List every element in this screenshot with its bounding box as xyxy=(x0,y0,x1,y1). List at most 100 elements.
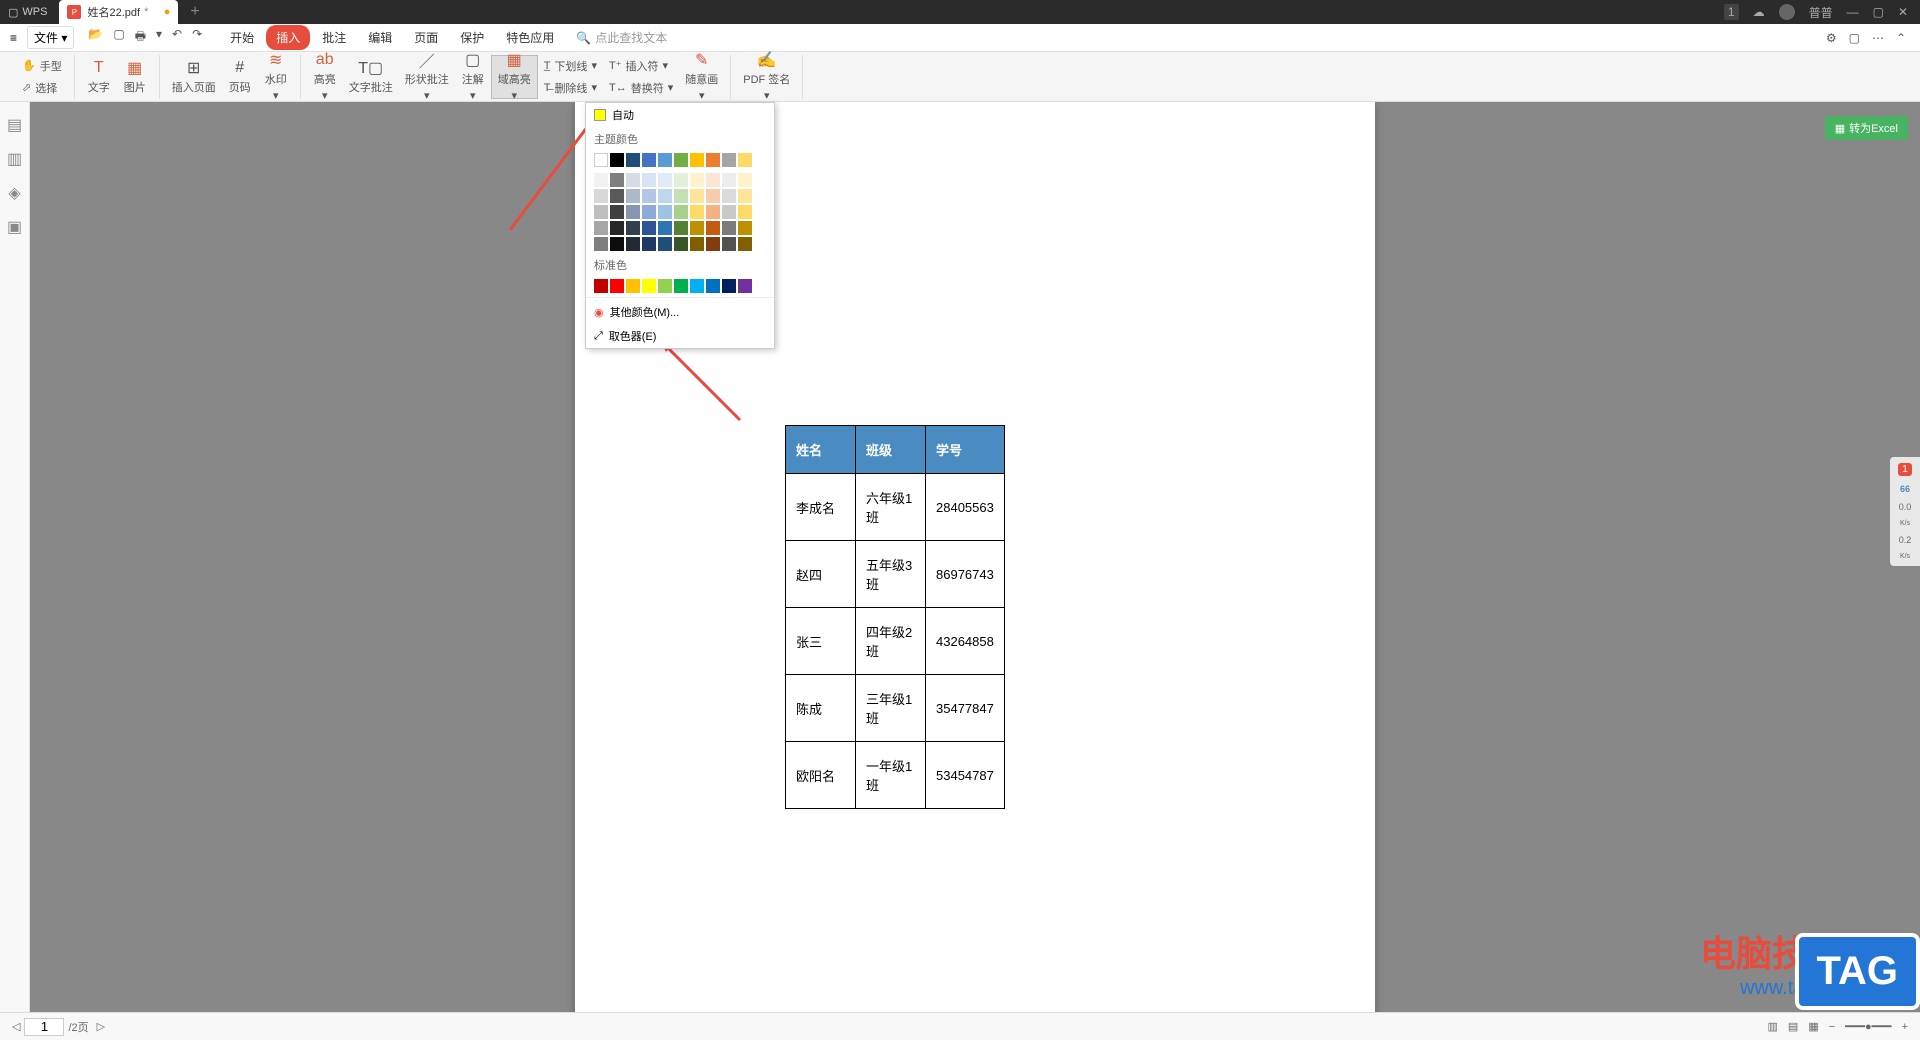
bookmarks-icon[interactable]: ▥ xyxy=(6,150,24,168)
color-swatch[interactable] xyxy=(626,237,640,251)
insert-page-tool[interactable]: ⊞插入页面 xyxy=(166,55,222,99)
page-number-tool[interactable]: #页码 xyxy=(222,55,258,99)
next-page-icon[interactable]: ▷ xyxy=(97,1020,105,1033)
color-swatch[interactable] xyxy=(706,237,720,251)
alert-badge[interactable]: 1 xyxy=(1898,463,1912,476)
more-colors-button[interactable]: ◉ 其他颜色(M)... xyxy=(586,300,774,324)
zoom-in-icon[interactable]: + xyxy=(1902,1021,1908,1033)
tab-edit[interactable]: 编辑 xyxy=(358,25,402,50)
color-swatch[interactable] xyxy=(738,205,752,219)
color-swatch[interactable] xyxy=(738,279,752,293)
color-swatch[interactable] xyxy=(642,189,656,203)
color-swatch[interactable] xyxy=(674,205,688,219)
color-swatch[interactable] xyxy=(658,153,672,167)
color-swatch[interactable] xyxy=(738,221,752,235)
strikethrough-tool[interactable]: T̶删除线 ▾ xyxy=(538,77,603,99)
hamburger-icon[interactable]: ≡ xyxy=(4,26,23,50)
color-swatch[interactable] xyxy=(738,189,752,203)
color-swatch[interactable] xyxy=(738,153,752,167)
text-annotation-tool[interactable]: T▢文字批注 xyxy=(343,55,399,99)
color-swatch[interactable] xyxy=(722,153,736,167)
print-icon[interactable]: 🖶 xyxy=(135,27,146,48)
zoom-out-icon[interactable]: − xyxy=(1829,1021,1835,1033)
tab-insert[interactable]: 插入 xyxy=(266,25,310,50)
insert-char-tool[interactable]: T⁺插入符 ▾ xyxy=(603,55,679,77)
color-swatch[interactable] xyxy=(658,221,672,235)
color-swatch[interactable] xyxy=(642,237,656,251)
color-swatch[interactable] xyxy=(658,189,672,203)
color-swatch[interactable] xyxy=(594,205,608,219)
color-swatch[interactable] xyxy=(674,173,688,187)
notification-badge[interactable]: 1 xyxy=(1724,4,1739,20)
color-swatch[interactable] xyxy=(642,279,656,293)
color-swatch[interactable] xyxy=(610,173,624,187)
tab-page[interactable]: 页面 xyxy=(404,25,448,50)
area-highlight-tool[interactable]: ▦域高亮 ▾ xyxy=(491,55,538,99)
color-swatch[interactable] xyxy=(690,153,704,167)
view-mode-3-icon[interactable]: ▦ xyxy=(1808,1020,1818,1033)
add-tab-button[interactable]: + xyxy=(178,3,211,21)
color-swatch[interactable] xyxy=(594,237,608,251)
pdf-sign-tool[interactable]: ✍PDF 签名 ▾ xyxy=(737,55,796,99)
shape-annotation-tool[interactable]: ／形状批注 ▾ xyxy=(399,55,455,99)
underline-tool[interactable]: T̲下划线 ▾ xyxy=(538,55,603,77)
color-swatch[interactable] xyxy=(658,205,672,219)
tab-special[interactable]: 特色应用 xyxy=(496,25,564,50)
minimize-button[interactable]: — xyxy=(1847,5,1859,19)
image-tool[interactable]: ▦图片 xyxy=(117,55,153,99)
color-swatch[interactable] xyxy=(642,153,656,167)
color-swatch[interactable] xyxy=(626,205,640,219)
text-tool[interactable]: T文字 xyxy=(81,55,117,99)
redo-icon[interactable]: ↷ xyxy=(192,27,202,48)
comments-icon[interactable]: ▣ xyxy=(6,218,24,236)
color-swatch[interactable] xyxy=(610,153,624,167)
tab-protect[interactable]: 保护 xyxy=(450,25,494,50)
color-swatch[interactable] xyxy=(594,279,608,293)
color-swatch[interactable] xyxy=(722,237,736,251)
attachments-icon[interactable]: ◈ xyxy=(6,184,24,202)
file-menu[interactable]: 文件 ▾ xyxy=(27,26,74,49)
document-tab[interactable]: P 姓名22.pdf * ● xyxy=(59,0,178,24)
eyedropper-button[interactable]: ⤢ 取色器(E) xyxy=(586,324,774,348)
color-swatch[interactable] xyxy=(594,189,608,203)
save-icon[interactable]: ▢ xyxy=(113,27,124,48)
select-tool[interactable]: ⬀选择 xyxy=(16,77,68,99)
color-swatch[interactable] xyxy=(674,221,688,235)
document-area[interactable]: 姓名 班级 学号 李成名六年级1班28405563赵四五年级3班86976743… xyxy=(30,102,1920,1012)
collapse-ribbon-icon[interactable]: ⌃ xyxy=(1896,31,1906,45)
user-avatar[interactable] xyxy=(1779,4,1795,20)
color-swatch[interactable] xyxy=(658,173,672,187)
undo-icon[interactable]: ↶ xyxy=(172,27,182,48)
zoom-slider[interactable]: ━━━●━━━ xyxy=(1845,1020,1891,1033)
freehand-tool[interactable]: ✎随意画 ▾ xyxy=(679,55,724,99)
replace-char-tool[interactable]: T↔替换符 ▾ xyxy=(603,77,679,99)
settings-icon[interactable]: ⚙ xyxy=(1826,31,1837,45)
color-swatch[interactable] xyxy=(626,173,640,187)
close-button[interactable]: ✕ xyxy=(1898,5,1908,19)
color-swatch[interactable] xyxy=(690,205,704,219)
cloud-icon[interactable]: ☁ xyxy=(1753,5,1765,19)
tab-annotate[interactable]: 批注 xyxy=(312,25,356,50)
more-icon[interactable]: ⋯ xyxy=(1872,31,1884,45)
color-swatch[interactable] xyxy=(626,279,640,293)
color-swatch[interactable] xyxy=(642,173,656,187)
color-swatch[interactable] xyxy=(674,279,688,293)
page-number-input[interactable] xyxy=(24,1018,64,1036)
color-swatch[interactable] xyxy=(706,153,720,167)
color-swatch[interactable] xyxy=(738,173,752,187)
feedback-icon[interactable]: ▢ xyxy=(1849,31,1860,45)
color-swatch[interactable] xyxy=(722,205,736,219)
color-swatch[interactable] xyxy=(594,153,608,167)
color-auto[interactable]: 自动 xyxy=(586,103,774,127)
color-swatch[interactable] xyxy=(738,237,752,251)
color-swatch[interactable] xyxy=(610,205,624,219)
prev-page-icon[interactable]: ◁ xyxy=(12,1020,20,1033)
open-icon[interactable]: 📂 xyxy=(88,27,103,48)
view-mode-2-icon[interactable]: ▤ xyxy=(1788,1020,1798,1033)
color-swatch[interactable] xyxy=(674,237,688,251)
highlight-tool[interactable]: ab高亮 ▾ xyxy=(307,55,343,99)
color-swatch[interactable] xyxy=(610,221,624,235)
color-swatch[interactable] xyxy=(722,279,736,293)
color-swatch[interactable] xyxy=(706,205,720,219)
color-swatch[interactable] xyxy=(706,221,720,235)
